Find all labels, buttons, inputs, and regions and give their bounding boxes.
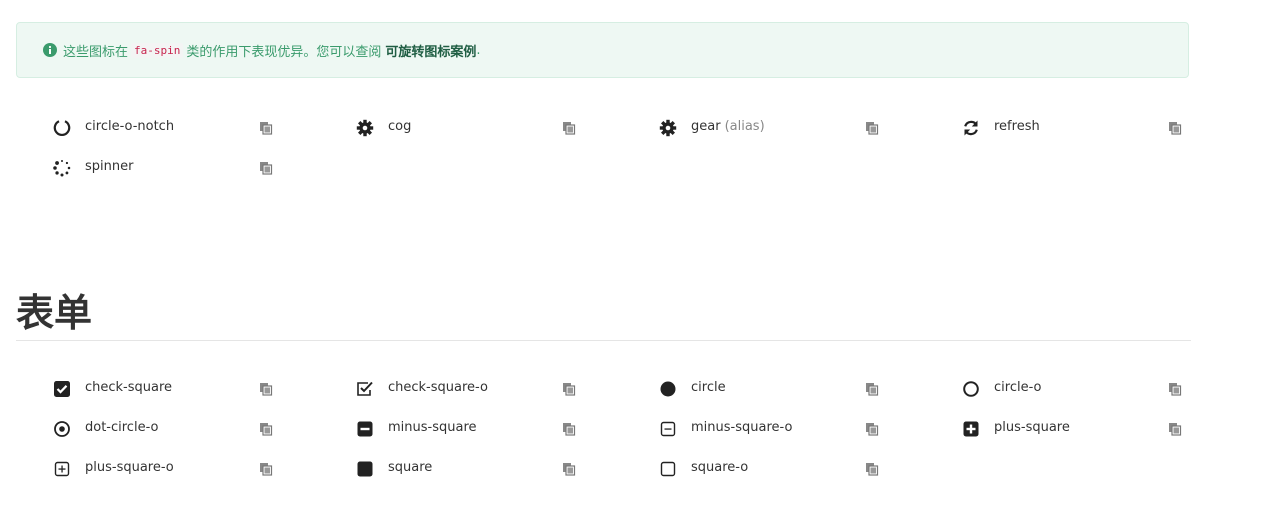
copy-icon[interactable]: [259, 382, 273, 396]
icon-item-dot-circle-o[interactable]: dot-circle-o: [52, 417, 249, 441]
icon-item-check-square-o[interactable]: check-square-o: [355, 377, 552, 401]
cog-icon: [355, 118, 375, 138]
check-square-o-icon: [355, 379, 375, 399]
copy-icon[interactable]: [562, 462, 576, 476]
icon-item-spinner[interactable]: spinner: [52, 156, 249, 180]
copy-icon[interactable]: [865, 422, 879, 436]
minus-square-icon: [355, 419, 375, 439]
icon-item-plus-square[interactable]: plus-square: [961, 417, 1158, 441]
icon-name-label: check-square: [85, 380, 173, 395]
plus-square-icon: [961, 419, 981, 439]
alert-period: .: [476, 42, 481, 58]
copy-icon[interactable]: [1168, 121, 1182, 135]
icon-item-refresh[interactable]: refresh: [961, 116, 1158, 140]
icon-item-square-o[interactable]: square-o: [658, 457, 855, 481]
icon-item-minus-square[interactable]: minus-square: [355, 417, 552, 441]
alert-text-before: 这些图标在: [63, 44, 129, 60]
copy-icon[interactable]: [259, 121, 273, 135]
info-circle-icon: [43, 43, 57, 57]
square-icon: [355, 459, 375, 479]
copy-icon[interactable]: [865, 462, 879, 476]
icon-name-label: plus-square: [994, 420, 1070, 435]
square-o-icon: [658, 459, 678, 479]
copy-icon[interactable]: [562, 121, 576, 135]
section-title: 表单: [16, 291, 93, 335]
icon-name-label: check-square-o: [388, 380, 488, 395]
icon-name-label: square: [388, 460, 433, 475]
copy-icon[interactable]: [562, 382, 576, 396]
icon-name-label: spinner: [85, 159, 134, 174]
icon-name-label: circle-o: [994, 380, 1042, 395]
icon-item-circle[interactable]: circle: [658, 377, 855, 401]
icon-name-label: circle: [691, 380, 726, 395]
alias-label: (alias): [724, 119, 765, 134]
copy-icon[interactable]: [865, 382, 879, 396]
dot-circle-o-icon: [52, 419, 72, 439]
icon-name-label: minus-square: [388, 420, 477, 435]
icon-name-label: plus-square-o: [85, 460, 174, 475]
copy-icon[interactable]: [1168, 422, 1182, 436]
copy-icon[interactable]: [865, 121, 879, 135]
icon-item-gear[interactable]: gear (alias): [658, 116, 855, 140]
minus-square-o-icon: [658, 419, 678, 439]
alert-text-after: 类的作用下表现优异。您可以查阅: [186, 44, 382, 60]
copy-icon[interactable]: [562, 422, 576, 436]
icon-item-circle-o-notch[interactable]: circle-o-notch: [52, 116, 249, 140]
copy-icon[interactable]: [259, 462, 273, 476]
icon-name-label: square-o: [691, 460, 749, 475]
icon-item-cog[interactable]: cog: [355, 116, 552, 140]
icon-item-check-square[interactable]: check-square: [52, 377, 249, 401]
copy-icon[interactable]: [1168, 382, 1182, 396]
gear-icon: [658, 118, 678, 138]
icon-name-label: dot-circle-o: [85, 420, 159, 435]
plus-square-o-icon: [52, 459, 72, 479]
alert-code: fa-spin: [131, 42, 184, 58]
info-alert: 这些图标在 fa-spin 类的作用下表现优异。您可以查阅 可旋转图标案例 .: [16, 22, 1189, 78]
icon-item-circle-o[interactable]: circle-o: [961, 377, 1158, 401]
circle-o-icon: [961, 379, 981, 399]
icon-name-label: circle-o-notch: [85, 119, 175, 134]
copy-icon[interactable]: [259, 422, 273, 436]
icon-item-plus-square-o[interactable]: plus-square-o: [52, 457, 249, 481]
circle-icon: [658, 379, 678, 399]
copy-icon[interactable]: [259, 161, 273, 175]
icon-name-label: refresh: [994, 119, 1040, 134]
icon-item-square[interactable]: square: [355, 457, 552, 481]
check-square-icon: [52, 379, 72, 399]
icon-name-label: gear (alias): [691, 119, 765, 134]
refresh-icon: [961, 118, 981, 138]
icon-item-minus-square-o[interactable]: minus-square-o: [658, 417, 855, 441]
icon-name-label: cog: [388, 119, 412, 134]
icon-name-label: minus-square-o: [691, 420, 793, 435]
spinner-icon: [52, 158, 72, 178]
section-divider: [16, 340, 1191, 341]
alert-link[interactable]: 可旋转图标案例: [385, 41, 476, 60]
circle-o-notch-icon: [52, 118, 72, 138]
